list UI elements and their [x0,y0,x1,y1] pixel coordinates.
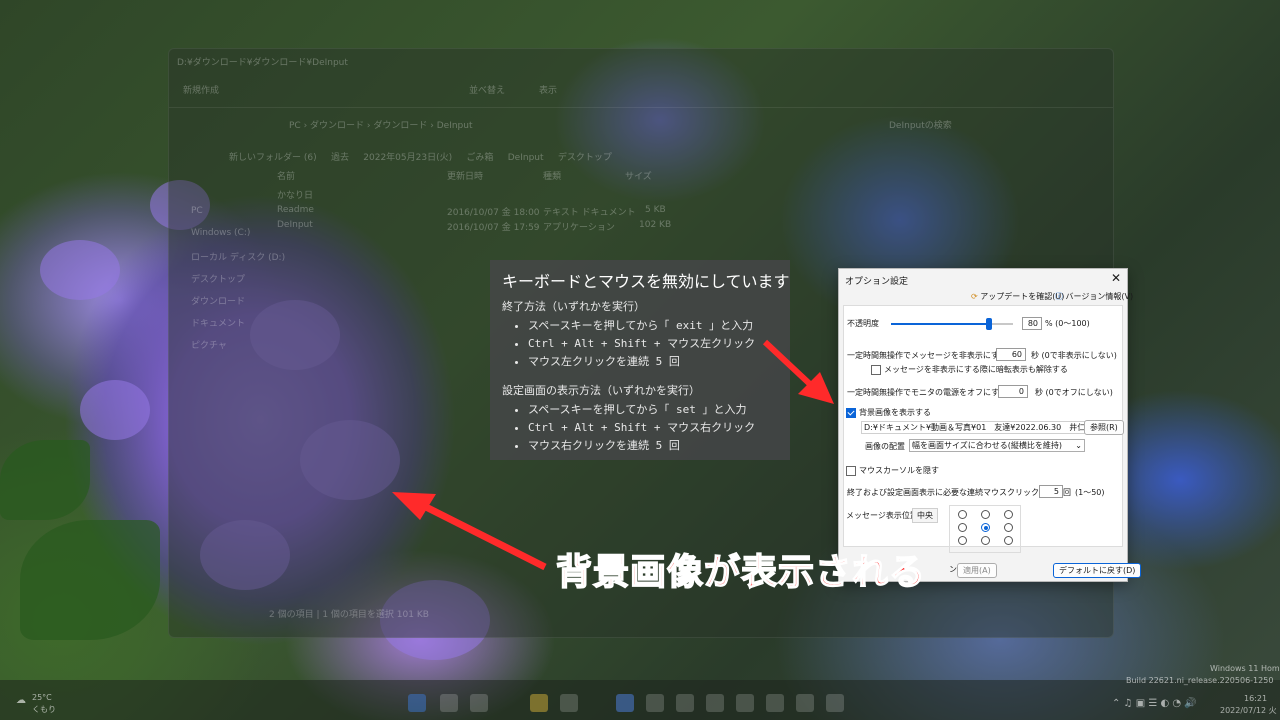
vscode-icon[interactable] [616,694,634,712]
app-icon[interactable] [470,694,488,712]
app-icon[interactable] [796,694,814,712]
app-icon[interactable] [560,694,578,712]
weather-condition: くもり [32,705,56,714]
annotation-caption: 背景画像が表示される [555,551,927,594]
search-icon[interactable] [440,694,458,712]
start-icon[interactable] [408,694,426,712]
folder-icon[interactable] [530,694,548,712]
app-icon[interactable] [826,694,844,712]
app-icon[interactable] [706,694,724,712]
windows-watermark-build: Build 22621.ni_release.220506-1250 [1126,676,1274,685]
taskbar[interactable] [0,680,1280,720]
windows-watermark-title: Windows 11 Home [1210,664,1280,673]
tray-icons[interactable]: ⌃ ♫ ▣ ☰ ◐ ◔ 🔊 [1112,698,1197,709]
clock-time[interactable]: 16:21 [1244,694,1267,703]
app-icon[interactable] [766,694,784,712]
annotation-arrow-flower [418,500,547,571]
app-icon[interactable] [676,694,694,712]
clock-date[interactable]: 2022/07/12 火 [1220,705,1277,716]
app-icon[interactable] [736,694,754,712]
weather-temp: 25°C [32,693,52,702]
app-icon[interactable] [646,694,664,712]
annotation-arrow-checkbox [762,339,815,389]
weather-icon[interactable]: ☁ [16,695,26,706]
annotation-arrows [392,339,834,571]
